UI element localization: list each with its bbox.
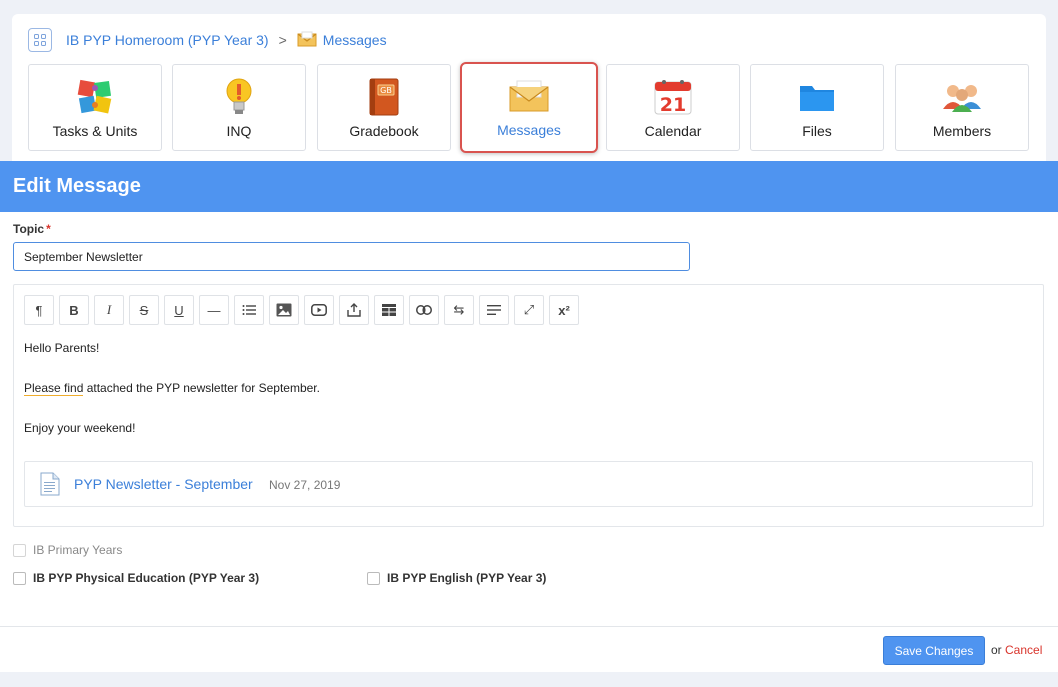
gradebook-icon: GB: [318, 77, 450, 117]
tile-tasks-units[interactable]: Tasks & Units: [28, 64, 162, 151]
tile-members[interactable]: Members: [895, 64, 1029, 151]
members-icon: [896, 77, 1028, 117]
lightbulb-icon: [173, 77, 305, 117]
checkbox-pyp-english[interactable]: IB PYP English (PYP Year 3): [367, 571, 546, 585]
calendar-icon: 21: [607, 77, 739, 117]
page-header: Edit Message: [0, 161, 1058, 212]
spellcheck-word: Please find: [24, 381, 84, 396]
topic-input[interactable]: [13, 242, 690, 271]
tile-label: Messages: [497, 122, 561, 138]
message-line: Enjoy your weekend!: [24, 421, 136, 435]
tile-label: Gradebook: [349, 123, 419, 139]
attachment-date: Nov 27, 2019: [269, 478, 341, 492]
document-icon: [40, 472, 60, 501]
fullscreen-icon[interactable]: ⤢: [514, 295, 544, 325]
table-icon[interactable]: [374, 295, 404, 325]
checkbox-label: IB PYP Physical Education (PYP Year 3): [33, 571, 260, 585]
required-mark: *: [46, 222, 51, 236]
or-text: or: [991, 643, 1002, 657]
message-line: Please find attached the PYP newsletter …: [24, 381, 320, 396]
message-body[interactable]: Hello Parents! Please find attached the …: [24, 341, 320, 461]
horizontal-rule-icon[interactable]: —: [199, 295, 229, 325]
strikethrough-icon[interactable]: S: [129, 295, 159, 325]
paragraph-icon[interactable]: ¶: [24, 295, 54, 325]
course-tools: Tasks & Units INQ GB Gradebook Messages …: [28, 62, 1030, 153]
checkbox-pyp-physical-education[interactable]: IB PYP Physical Education (PYP Year 3): [13, 571, 259, 585]
image-icon[interactable]: [269, 295, 299, 325]
save-changes-button[interactable]: Save Changes: [883, 636, 985, 665]
editor-toolbar: ¶ B I S U — ⇆ ⤢ x²: [24, 295, 584, 325]
tile-label: INQ: [226, 123, 252, 139]
breadcrumb-class-link[interactable]: IB PYP Homeroom (PYP Year 3): [66, 32, 269, 48]
list-icon[interactable]: [234, 295, 264, 325]
tile-messages[interactable]: Messages: [460, 62, 598, 153]
attachment-card: PYP Newsletter - September Nov 27, 2019: [24, 461, 1033, 507]
envelope-icon: [297, 31, 317, 50]
checkbox-label: IB PYP English (PYP Year 3): [387, 571, 547, 585]
link-icon[interactable]: [409, 295, 439, 325]
form-footer: Save Changes or Cancel: [0, 626, 1058, 672]
breadcrumb-current[interactable]: Messages: [323, 32, 387, 48]
gradebook-badge: GB: [380, 86, 392, 95]
tile-inq[interactable]: INQ: [172, 64, 306, 151]
checkbox-box[interactable]: [13, 543, 26, 557]
folder-icon: [751, 77, 883, 117]
italic-icon[interactable]: I: [94, 295, 124, 325]
cancel-link[interactable]: Cancel: [1005, 643, 1042, 657]
message-line: Hello Parents!: [24, 341, 100, 355]
envelope-icon: [462, 76, 596, 116]
tile-calendar[interactable]: 21 Calendar: [606, 64, 740, 151]
upload-icon[interactable]: [339, 295, 369, 325]
apps-grid-icon[interactable]: [28, 28, 52, 52]
topic-label: Topic *: [13, 222, 51, 236]
breadcrumb: IB PYP Homeroom (PYP Year 3) > Messages: [28, 28, 387, 52]
tile-label: Calendar: [644, 123, 702, 139]
swap-icon[interactable]: ⇆: [444, 295, 474, 325]
underline-icon[interactable]: U: [164, 295, 194, 325]
video-icon[interactable]: [304, 295, 334, 325]
rich-text-editor[interactable]: ¶ B I S U — ⇆ ⤢ x² Hello Parents! Please…: [13, 284, 1044, 527]
align-icon[interactable]: [479, 295, 509, 325]
puzzle-icon: [29, 77, 161, 117]
tile-label: Tasks & Units: [52, 123, 138, 139]
tile-files[interactable]: Files: [750, 64, 884, 151]
checkbox-box[interactable]: [367, 571, 380, 585]
breadcrumb-separator: >: [278, 32, 287, 48]
edit-message-form: Topic* ¶ B I S U —: [0, 212, 1058, 626]
tile-gradebook[interactable]: GB Gradebook: [317, 64, 451, 151]
checkbox-box[interactable]: [13, 571, 26, 585]
tile-label: Members: [932, 123, 992, 139]
calendar-day: 21: [660, 94, 686, 116]
superscript-icon[interactable]: x²: [549, 295, 579, 325]
page-title: Edit Message: [13, 175, 141, 197]
attachment-link[interactable]: PYP Newsletter - September: [74, 476, 253, 492]
checkbox-label: IB Primary Years: [33, 543, 123, 557]
bold-icon[interactable]: B: [59, 295, 89, 325]
tile-label: Files: [802, 123, 832, 139]
checkbox-ib-primary-years[interactable]: IB Primary Years: [13, 543, 122, 557]
